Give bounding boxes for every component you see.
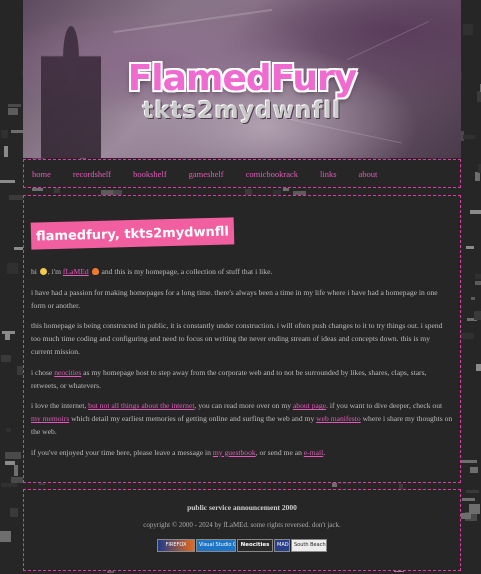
para4-text-a: i chose <box>31 367 53 377</box>
para6-text-c: . <box>323 447 326 457</box>
south-beach-badge[interactable]: South Beach <box>291 539 327 552</box>
paragraph-guestbook: if you've enjoyed your time here, please… <box>31 447 453 460</box>
paragraph-passion: i have had a passion for making homepage… <box>31 287 438 310</box>
para5-text-a: i love the internet, <box>31 401 87 411</box>
memoirs-link[interactable]: my memoirs <box>31 414 69 423</box>
not-all-things-link[interactable]: but not all things about the internet <box>88 401 194 410</box>
made-on-badge[interactable]: MADE ON A <box>274 539 290 552</box>
paragraph-internet: i love the internet, but not all things … <box>31 400 453 438</box>
about-page-link[interactable]: about page <box>293 401 326 410</box>
page-title: flamedfury, tkts2mydwnfll <box>30 217 235 250</box>
badge-row: FIREFOX Visual Studio Code Neocities MAD… <box>24 539 460 552</box>
intro-hi: hi <box>31 267 37 276</box>
site-logo-subtitle: tkts2mydwnfll <box>142 98 342 124</box>
intro-rest: and this is my homepage, a collection of… <box>101 267 273 276</box>
paragraph-construction: this homepage is being constructed in pu… <box>31 321 443 356</box>
nav-bookshelf[interactable]: bookshelf <box>133 169 167 179</box>
intro-paragraph: hi , i'm fLaMEd and this is my homepage,… <box>31 266 453 279</box>
content-body: hi , i'm fLaMEd and this is my homepage,… <box>31 266 453 468</box>
copyright-text: copyright © 2000 - 2024 by fLaMEd. some … <box>143 521 341 529</box>
nav-comicbookrack[interactable]: comicbookrack <box>246 169 298 179</box>
name-link[interactable]: fLaMEd <box>63 267 89 276</box>
web-manifesto-link[interactable]: web manifesto <box>316 414 361 423</box>
vscode-badge[interactable]: Visual Studio Code <box>196 539 236 552</box>
main-content: flamedfury, tkts2mydwnfll hi , i'm fLaME… <box>23 195 461 483</box>
para5-text-b: , you can read more over on my <box>194 401 292 411</box>
psa-heading: public service announcement 2000 <box>187 503 297 512</box>
neocities-badge[interactable]: Neocities <box>237 539 273 552</box>
header-banner: FlamedFury tkts2mydwnfll <box>23 0 461 158</box>
email-link[interactable]: e-mail <box>304 448 323 457</box>
paragraph-neocities: i chose neocities as my homepage host to… <box>31 367 453 393</box>
firefox-badge[interactable]: FIREFOX <box>157 539 195 552</box>
site-logo-title[interactable]: FlamedFury <box>23 58 461 99</box>
guestbook-link[interactable]: my guestbook <box>213 448 256 457</box>
nav-home[interactable]: home <box>32 169 51 179</box>
para6-text-b: , or send me an <box>255 447 302 457</box>
para5-text-c: . if you want to dive deeper, check out <box>326 401 443 411</box>
para5-text-d: which detail my earliest memories of get… <box>71 414 315 424</box>
nav-recordshelf[interactable]: recordshelf <box>73 169 111 179</box>
nav-links[interactable]: links <box>320 169 337 179</box>
main-nav: home recordshelf bookshelf gameshelf com… <box>23 159 461 188</box>
para4-text-b: as my homepage host to step away from th… <box>31 367 427 390</box>
intro-im: , i'm <box>47 267 62 276</box>
nav-gameshelf[interactable]: gameshelf <box>189 169 224 179</box>
nav-about[interactable]: about <box>359 169 378 179</box>
para6-text-a: if you've enjoyed your time here, please… <box>31 447 211 457</box>
fire-emoji-icon <box>91 268 99 275</box>
footer: public service announcement 2000 copyrig… <box>23 489 461 571</box>
wave-emoji-icon <box>39 268 47 275</box>
neocities-link[interactable]: neocities <box>54 368 81 377</box>
